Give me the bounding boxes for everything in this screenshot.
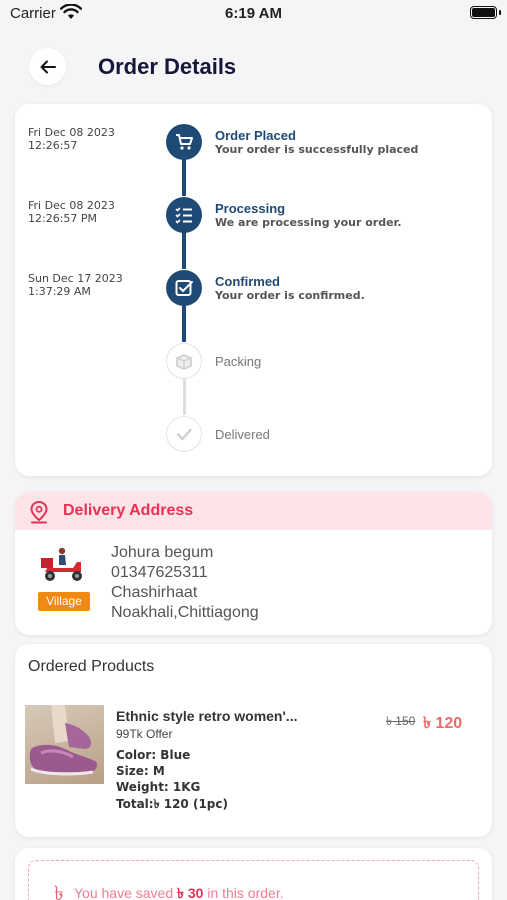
box-icon	[176, 354, 192, 370]
battery-icon	[470, 6, 497, 19]
step-time: 12:26:57	[28, 139, 78, 152]
delivery-address-header: Delivery Address	[15, 492, 492, 530]
step-time: 1:37:29 AM	[28, 285, 91, 298]
product-size: Size: M	[116, 764, 165, 778]
timeline-step-packing: Packing	[15, 343, 492, 383]
address-area: Chashirhaat	[111, 584, 198, 601]
product-image[interactable]	[25, 705, 104, 784]
back-button[interactable]	[29, 48, 66, 85]
checklist-icon	[175, 207, 192, 224]
cart-icon	[176, 134, 193, 150]
step-title: Delivered	[215, 427, 270, 442]
recipient-phone: 01347625311	[111, 564, 208, 581]
product-weight: Weight: 1KG	[116, 780, 201, 794]
header: Order Details	[0, 40, 507, 96]
savings-banner: ৳ You have saved ৳ 30 in this order.	[28, 860, 479, 900]
timeline-step-delivered: Delivered	[15, 416, 492, 456]
taka-icon: ৳	[54, 883, 64, 900]
ordered-products-title: Ordered Products	[28, 658, 155, 675]
savings-suffix: in this order.	[203, 885, 284, 900]
savings-text: You have saved ৳ 30 in this order.	[74, 882, 284, 900]
savings-prefix: You have saved	[74, 885, 178, 900]
address-city: Noakhali,Chittiagong	[111, 604, 259, 621]
savings-amount: ৳ 30	[177, 885, 204, 900]
step-date: Sun Dec 17 2023	[28, 272, 123, 285]
step-circle	[166, 124, 202, 160]
step-title: Processing	[215, 201, 286, 216]
check-icon	[176, 428, 192, 441]
product-offer: 99Tk Offer	[116, 727, 173, 741]
savings-card: ৳ You have saved ৳ 30 in this order.	[15, 848, 492, 900]
step-circle	[166, 197, 202, 233]
order-timeline: Fri Dec 08 2023 12:26:57 Order Placed Yo…	[15, 104, 492, 476]
step-subtitle: We are processing your order.	[215, 216, 402, 229]
timeline-step-order-placed: Fri Dec 08 2023 12:26:57 Order Placed Yo…	[15, 124, 492, 164]
step-circle	[166, 416, 202, 452]
page-title: Order Details	[98, 54, 237, 79]
step-title: Confirmed	[215, 274, 280, 289]
step-time: 12:26:57 PM	[28, 212, 98, 225]
delivery-scooter-icon	[41, 547, 82, 581]
product-total: Total:৳ 120 (1pc)	[116, 797, 228, 811]
timeline-step-processing: Fri Dec 08 2023 12:26:57 PM Processing W…	[15, 197, 492, 237]
product-name[interactable]: Ethnic style retro women'...	[116, 708, 297, 724]
delivery-address-card: Delivery Address Village Johura begum 01…	[15, 492, 492, 635]
shoe-image	[29, 705, 98, 776]
product-color: Color: Blue	[116, 748, 191, 762]
step-date: Fri Dec 08 2023	[28, 126, 115, 139]
battery-tip	[499, 10, 501, 15]
checkbox-icon	[175, 280, 193, 296]
recipient-name: Johura begum	[111, 544, 214, 561]
step-circle	[166, 270, 202, 306]
status-bar: Carrier 6:19 AM	[0, 0, 507, 30]
step-subtitle: Your order is successfully placed	[215, 143, 419, 156]
step-title: Order Placed	[215, 128, 296, 143]
clock: 6:19 AM	[225, 5, 282, 22]
step-subtitle: Your order is confirmed.	[215, 289, 365, 302]
product-old-price: ৳ 150	[386, 714, 416, 728]
product-price: ৳ 120	[423, 715, 463, 732]
delivery-address-title: Delivery Address	[63, 502, 194, 519]
step-date: Fri Dec 08 2023	[28, 199, 115, 212]
location-pin-icon	[30, 500, 48, 524]
ordered-products-card: Ordered Products Ethnic style retro wome…	[15, 644, 492, 837]
arrow-left-icon	[40, 60, 56, 74]
timeline-step-confirmed: Sun Dec 17 2023 1:37:29 AM Confirmed You…	[15, 270, 492, 310]
address-type-badge: Village	[38, 592, 90, 611]
step-title: Packing	[215, 354, 262, 369]
step-circle	[166, 343, 202, 379]
